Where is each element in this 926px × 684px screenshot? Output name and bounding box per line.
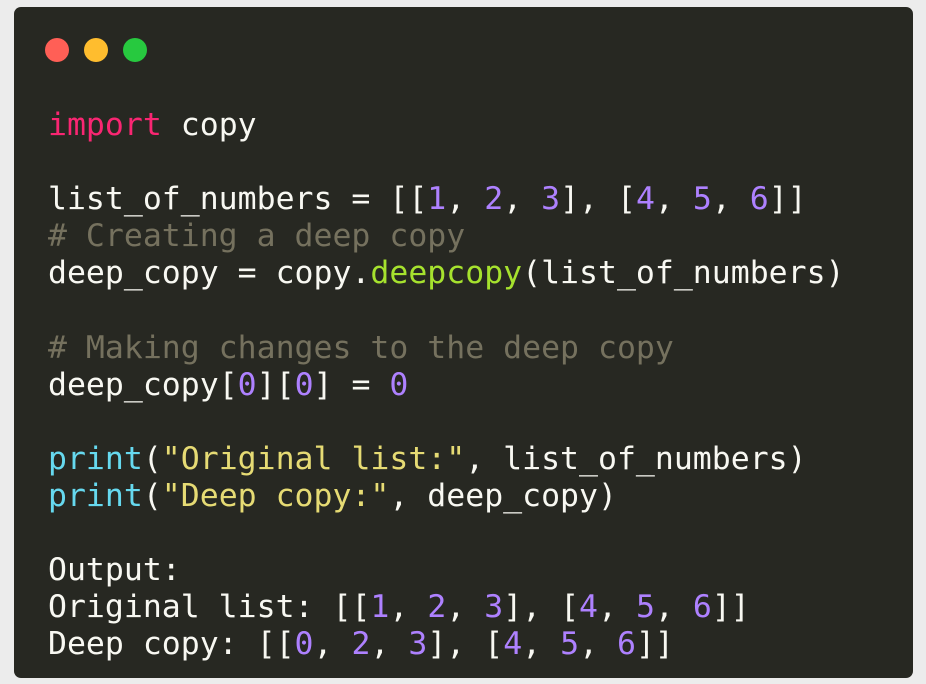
builtin-print: print [48,440,143,477]
code-line-list-def: list_of_numbers = [[1, 2, 3], [4, 5, 6]] [48,181,845,218]
code-line-print: print("Original list:", list_of_numbers) [48,441,845,478]
code-text: ( [142,440,162,477]
code-text: , [446,181,485,218]
number-literal: 4 [579,589,599,626]
function-name: deepcopy [370,255,523,292]
keyword-import: import [48,107,162,143]
output-heading: Output: [48,552,845,589]
code-block: import copy list_of_numbers = [[1, 2, 3]… [48,107,845,663]
output-label: Output: [48,552,181,589]
number-literal: 2 [427,589,447,626]
code-text: , [654,181,693,218]
close-dot-icon[interactable] [45,38,69,62]
code-text: , [711,181,750,218]
code-line-assign: deep_copy[0][0] = 0 [48,367,845,404]
number-literal: 0 [389,366,409,403]
code-text: , [446,589,485,626]
code-text: , [654,589,693,626]
output-line-deep-copy: Deep copy: [[0, 2, 3], [4, 5, 6]] [48,626,845,663]
code-text: , [313,626,352,663]
code-text: ( [142,477,162,514]
number-literal: 3 [408,626,428,663]
code-text: , [522,626,561,663]
code-text: ] = [313,366,390,403]
number-literal: 0 [237,366,257,403]
code-text: , [389,589,428,626]
code-line-deepcopy: deep_copy = copy.deepcopy(list_of_number… [48,255,845,292]
string-literal: "Original list:" [161,440,466,477]
number-literal: 6 [749,181,769,218]
module-name: copy [161,107,257,143]
maximize-dot-icon[interactable] [123,38,147,62]
code-text: , [503,181,542,218]
number-literal: 2 [351,626,371,663]
code-text: deep_copy[ [48,366,238,403]
window-controls [45,38,147,62]
code-line-comment: # Making changes to the deep copy [48,330,845,367]
code-comment: # Making changes to the deep copy [48,329,674,366]
code-line-print: print("Deep copy:", deep_copy) [48,478,845,515]
string-literal: "Deep copy:" [161,477,390,514]
number-literal: 0 [294,626,314,663]
code-text: ]] [711,589,750,626]
output-line-original: Original list: [[1, 2, 3], [4, 5, 6]] [48,589,845,626]
code-text: Deep copy: [[ [48,626,295,663]
number-literal: 2 [484,181,504,218]
code-text: , [598,589,636,626]
number-literal: 6 [617,626,636,663]
number-literal: 3 [541,181,561,218]
number-literal: 5 [560,626,580,663]
number-literal: 6 [692,589,712,626]
code-comment: # Creating a deep copy [48,218,466,255]
builtin-print: print [48,477,143,514]
number-literal: 5 [692,181,712,218]
number-literal: 4 [635,181,655,218]
code-line-comment: # Creating a deep copy [48,218,845,255]
code-text: (list_of_numbers) [522,255,845,292]
code-text: ]] [768,181,807,218]
code-text: ], [ [427,626,504,663]
code-text: ]] [635,626,674,663]
number-literal: 5 [635,589,655,626]
code-text: Original list: [[ [48,589,371,626]
minimize-dot-icon[interactable] [84,38,108,62]
code-text: list_of_numbers = [[ [48,181,428,218]
code-line-import: import copy [48,107,845,144]
number-literal: 0 [294,366,314,403]
code-text: , list_of_numbers) [465,440,807,477]
code-window: import copy list_of_numbers = [[1, 2, 3]… [14,7,913,678]
number-literal: 1 [427,181,447,218]
code-text: ], [ [503,589,580,626]
code-text: deep_copy = copy. [48,255,371,292]
number-literal: 4 [503,626,523,663]
code-text: ][ [256,366,295,403]
number-literal: 1 [370,589,390,626]
code-text: , [370,626,409,663]
code-text: , deep_copy) [389,477,617,514]
number-literal: 3 [484,589,504,626]
code-text: ], [ [560,181,636,218]
code-text: , [579,626,617,663]
